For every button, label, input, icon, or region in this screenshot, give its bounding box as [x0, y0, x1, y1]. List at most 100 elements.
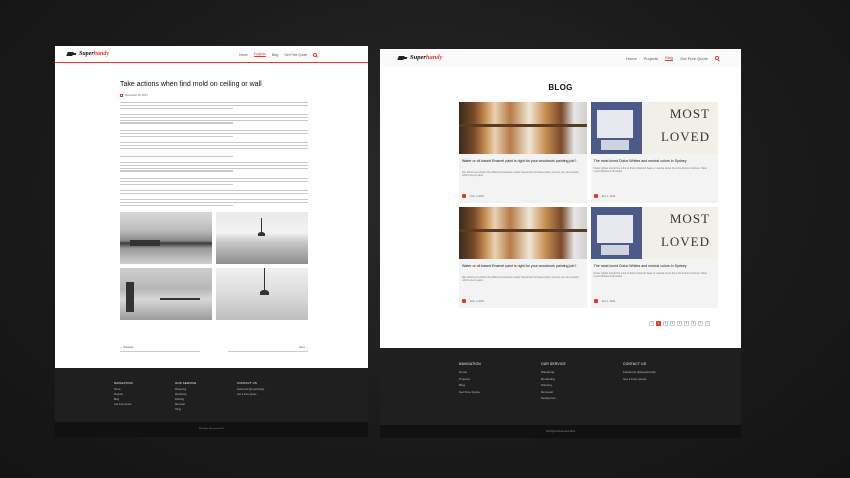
card-title[interactable]: Water or oil based Enamel paint is right…	[462, 159, 582, 164]
logo-text: Superhandy	[410, 54, 443, 61]
page-button[interactable]: 6	[691, 321, 696, 326]
blog-card[interactable]: Water or oil based Enamel paint is right…	[459, 102, 587, 203]
nav-blog[interactable]: Blog	[665, 55, 674, 61]
blog-card[interactable]: MOST LOVED The most loved Dulux Whites a…	[590, 207, 718, 308]
card-title[interactable]: The most loved Dulux Whites and neutral …	[594, 159, 714, 164]
previous-post-link[interactable]: ← Previous	[120, 346, 133, 349]
card-date-text: July 1, 2021	[601, 194, 616, 198]
calendar-icon	[462, 299, 466, 303]
footer-heading: OUR SERVICE	[175, 381, 197, 385]
footer-contact: CONTACT US Facebook @superhandy Get a Fr…	[237, 381, 264, 398]
footer-link[interactable]: Removal	[175, 403, 196, 406]
footer-heading: CONTACT US	[237, 381, 257, 385]
card-excerpt: We will let you what's the difference be…	[462, 276, 579, 283]
logo-text: Superhandy	[79, 51, 110, 57]
card-date: July 1, 2021	[462, 194, 484, 198]
footer-services: OUR SERVICE Plastering Rendering Paintin…	[175, 381, 196, 413]
most-loved-photo-lettering: LOVED	[660, 234, 710, 249]
calendar-icon	[462, 194, 466, 198]
light-fixture-photo	[216, 268, 308, 320]
card-excerpt: We will let you what's the difference be…	[462, 171, 579, 178]
site-logo[interactable]: Superhandy	[397, 54, 443, 61]
card-excerpt: Dulux whites should be a list of their p…	[593, 167, 707, 174]
footer-link[interactable]: Get Free Quote	[114, 403, 133, 406]
article-date-text: November 26, 2021	[125, 94, 148, 97]
most-loved-photo: MOST LOVED	[590, 207, 718, 259]
footer-link[interactable]: Facebook @superhandy	[623, 370, 656, 374]
nav-blog[interactable]: Blog	[272, 53, 279, 57]
card-date-text: July 1, 2021	[470, 194, 484, 198]
page-button[interactable]: 1	[656, 321, 661, 326]
nav-get-free-quote[interactable]: Get Free Quote	[680, 56, 708, 61]
nav-home[interactable]: Home	[239, 53, 248, 57]
footer-link[interactable]: Plastering	[175, 388, 196, 391]
article-paragraph	[120, 190, 308, 196]
page-button[interactable]: 3	[670, 321, 675, 326]
article-date: November 26, 2021	[120, 94, 148, 97]
site-footer: NAVIGATION Home Projects Blog Get Free Q…	[55, 368, 368, 437]
footer-link[interactable]: Blog	[459, 383, 481, 387]
article-paragraph	[120, 142, 308, 150]
site-header: Superhandy Home Projects Blog Get Free Q…	[380, 49, 741, 67]
trowel-icon	[397, 55, 405, 60]
page-button[interactable]: 7	[698, 321, 703, 326]
nav-projects[interactable]: Projects	[644, 56, 658, 61]
site-footer: NAVIGATION Home Projects Blog Get Free Q…	[380, 348, 741, 438]
footer-link[interactable]: Plastering	[541, 370, 566, 374]
search-icon[interactable]	[714, 56, 719, 60]
footer-heading: NAVIGATION	[114, 381, 133, 385]
article-paragraph	[120, 199, 308, 207]
footer-link[interactable]: Home	[459, 370, 481, 374]
footer-link[interactable]: Blog	[114, 398, 133, 401]
page-next-button[interactable]: >	[705, 321, 710, 326]
blog-card[interactable]: Water or oil based Enamel paint is right…	[459, 207, 587, 308]
calendar-icon	[593, 299, 598, 303]
page-button[interactable]: 5	[684, 321, 689, 326]
footer-link[interactable]: Projects	[459, 377, 481, 381]
page-prev-button[interactable]: <	[649, 321, 654, 326]
page-button[interactable]: 4	[677, 321, 682, 326]
footer-link[interactable]: Painting	[175, 398, 196, 401]
card-date: July 1, 2021	[593, 299, 616, 303]
footer-link[interactable]: Rendering	[175, 393, 196, 396]
nav-home[interactable]: Home	[626, 56, 637, 61]
next-post-link[interactable]: Next →	[299, 346, 308, 349]
footer-link[interactable]: Get a Free Quote	[623, 377, 656, 381]
footer-link[interactable]: Tiling	[175, 408, 196, 411]
calendar-icon	[120, 94, 123, 97]
footer-heading: NAVIGATION	[459, 362, 481, 366]
copyright-bar: All Rights Reserved 2021	[55, 422, 368, 437]
footer-navigation: NAVIGATION Home Projects Blog Get Free Q…	[114, 381, 133, 408]
footer-link[interactable]: Rendering	[541, 377, 566, 381]
window-frame-photo	[459, 102, 587, 154]
most-loved-photo-lettering: MOST	[669, 106, 710, 121]
footer-link[interactable]: Projects	[114, 393, 133, 396]
pagination: < 1 2 3 4 5 6 7 >	[649, 321, 710, 326]
footer-link[interactable]: Home	[114, 388, 133, 391]
previous-post-title[interactable]	[120, 351, 200, 352]
window-frame-photo	[459, 207, 587, 259]
site-logo[interactable]: Superhandy	[66, 51, 110, 57]
nav-get-free-quote[interactable]: Get Free Quote	[284, 53, 307, 57]
next-post-title[interactable]	[228, 351, 308, 352]
footer-heading: OUR SERVICE	[541, 362, 566, 366]
post-navigation: ← Previous Next →	[120, 346, 308, 358]
card-title[interactable]: The most loved Dulux Whites and neutral …	[594, 264, 714, 269]
footer-heading: CONTACT US	[623, 362, 647, 366]
page-button[interactable]: 2	[663, 321, 668, 326]
footer-link[interactable]: Facebook @superhandy	[237, 388, 264, 391]
ceiling-photo	[120, 268, 212, 320]
footer-link[interactable]: Get Free Quote	[459, 390, 481, 394]
card-title[interactable]: Water or oil based Enamel paint is right…	[462, 264, 582, 269]
footer-link[interactable]: Painting	[541, 383, 566, 387]
nav-projects[interactable]: Projects	[253, 52, 266, 57]
search-icon[interactable]	[313, 52, 318, 57]
footer-link[interactable]: Handyman	[541, 396, 566, 400]
calendar-icon	[593, 194, 598, 198]
article-paragraph	[120, 114, 308, 125]
footer-contact: CONTACT US Facebook @superhandy Get a Fr…	[623, 362, 656, 383]
footer-link[interactable]: Get a Free Quote	[237, 393, 264, 396]
footer-link[interactable]: Removal	[541, 390, 566, 394]
blog-card[interactable]: MOST LOVED The most loved Dulux Whites a…	[590, 102, 718, 203]
card-excerpt: Dulux whites should be a list of their p…	[593, 272, 707, 279]
